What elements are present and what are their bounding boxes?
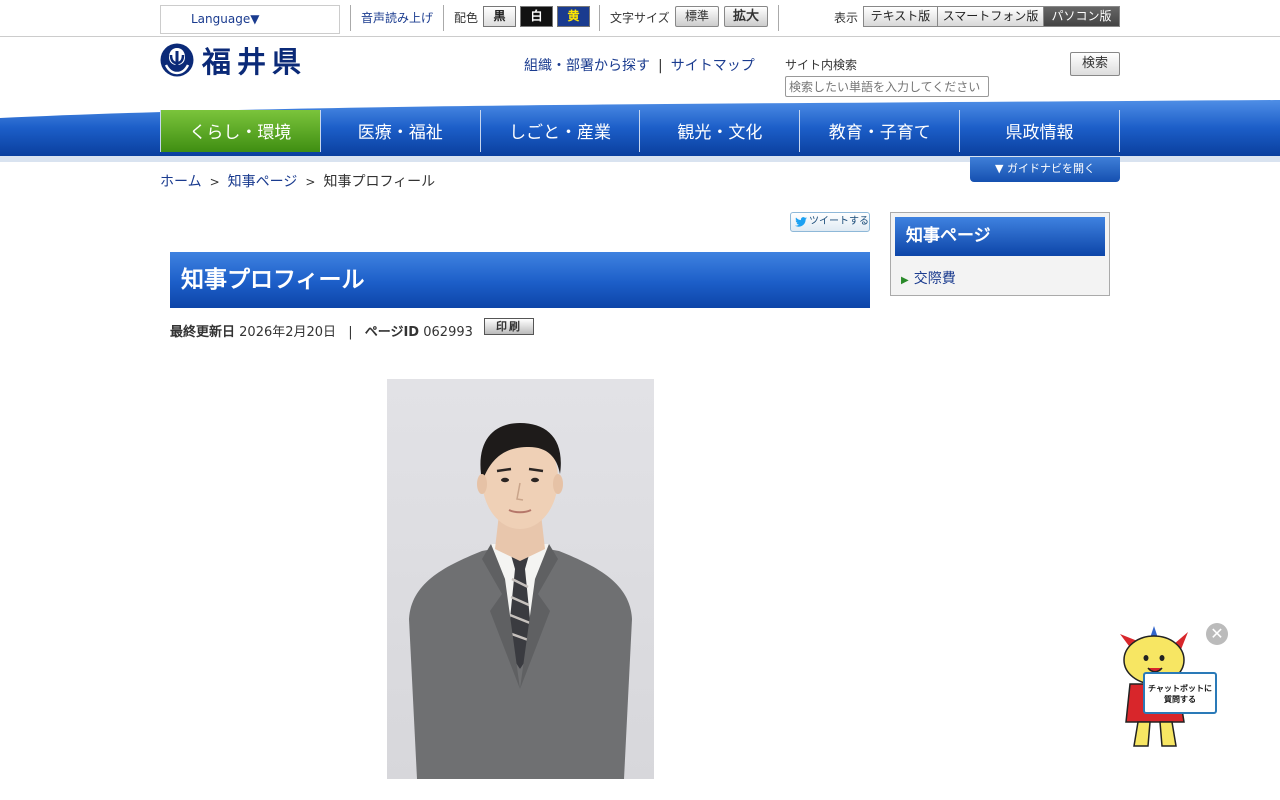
language-selector[interactable]: Language▼ [160, 5, 340, 34]
header-links: 組織・部署から探す | サイトマップ [524, 55, 755, 75]
site-logo[interactable]: 福井県 [160, 42, 308, 79]
side-menu-heading: 知事ページ [895, 217, 1105, 256]
breadcrumb-separator: > [305, 175, 316, 189]
side-menu: 知事ページ ▶ 交際費 [890, 212, 1110, 296]
breadcrumb-current: 知事プロフィール [323, 174, 436, 190]
meta-separator: | [348, 325, 353, 340]
search-label: サイト内検索 [785, 58, 858, 72]
link-separator: | [658, 58, 663, 74]
font-size-label: 文字サイズ [610, 11, 670, 25]
guide-nav-button[interactable]: ▼ ガイドナビを開く [970, 157, 1120, 182]
global-nav: くらし・環境 医療・福祉 しごと・産業 観光・文化 教育・子育て 県政情報 [160, 110, 1120, 152]
display-pc-button[interactable]: パソコン版 [1043, 6, 1120, 27]
display-smartphone-button[interactable]: スマートフォン版 [937, 6, 1044, 27]
search-input[interactable] [785, 76, 989, 97]
sitemap-link[interactable]: サイトマップ [671, 58, 755, 74]
nav-item-education[interactable]: 教育・子育て [800, 110, 961, 152]
breadcrumb: ホーム > 知事ページ > 知事プロフィール [160, 171, 435, 191]
breadcrumb-home[interactable]: ホーム [160, 174, 202, 190]
search-button[interactable]: 検索 [1070, 52, 1120, 76]
color-black-button[interactable]: 黒 [483, 6, 516, 27]
display-label: 表示 [834, 11, 859, 25]
page-id-value: 062993 [423, 325, 473, 340]
nav-item-work[interactable]: しごと・産業 [481, 110, 641, 152]
close-icon[interactable]: ✕ [1206, 623, 1228, 645]
updated-label: 最終更新日 [170, 325, 236, 340]
governor-photo [387, 379, 654, 779]
chatbot-bubble-line2: 質問する [1164, 695, 1196, 704]
page-id-label: ページID [364, 325, 420, 340]
color-white-button[interactable]: 白 [520, 6, 553, 27]
display-text-button[interactable]: テキスト版 [863, 6, 938, 27]
color-yellow-button[interactable]: 黄 [557, 6, 590, 27]
divider [599, 5, 600, 31]
arrow-right-icon: ▶ [901, 275, 909, 286]
font-standard-button[interactable]: 標準 [675, 6, 719, 27]
page-meta: 最終更新日 2026年2月20日 | ページID 062993 [170, 321, 473, 340]
side-menu-item[interactable]: ▶ 交際費 [901, 268, 956, 288]
breadcrumb-governor[interactable]: 知事ページ [228, 174, 298, 190]
twitter-icon [795, 217, 807, 227]
org-search-link[interactable]: 組織・部署から探す [524, 58, 650, 74]
nav-item-tourism[interactable]: 観光・文化 [640, 110, 801, 152]
utility-bar: Language▼ 音声読み上げ 配色 黒 白 黄 文字サイズ 標準 拡大 表示… [0, 0, 1280, 37]
nav-item-life[interactable]: くらし・環境 [160, 110, 321, 152]
page-title: 知事プロフィール [170, 252, 870, 308]
font-large-button[interactable]: 拡大 [724, 6, 768, 27]
divider [443, 5, 444, 31]
language-label: Language▼ [191, 12, 260, 26]
updated-value: 2026年2月20日 [239, 325, 337, 340]
chatbot-bubble-line1: チャットボットに [1148, 684, 1212, 693]
print-button[interactable]: 印刷 [484, 318, 534, 335]
tweet-button[interactable]: ツイートする [790, 212, 870, 232]
voice-read-link[interactable]: 音声読み上げ [361, 9, 433, 26]
portrait-illustration [409, 423, 632, 779]
chatbot-bubble[interactable]: チャットボットに 質問する [1143, 672, 1217, 714]
breadcrumb-separator: > [209, 175, 220, 189]
prefecture-emblem-icon [160, 43, 194, 77]
nav-item-medical[interactable]: 医療・福祉 [321, 110, 481, 152]
tweet-label: ツイートする [809, 216, 869, 227]
divider [350, 5, 351, 31]
nav-item-government[interactable]: 県政情報 [960, 110, 1120, 152]
side-menu-item-label: 交際費 [913, 271, 956, 287]
divider [778, 5, 779, 31]
logo-text: 福井県 [202, 45, 308, 79]
color-label: 配色 [454, 11, 479, 25]
